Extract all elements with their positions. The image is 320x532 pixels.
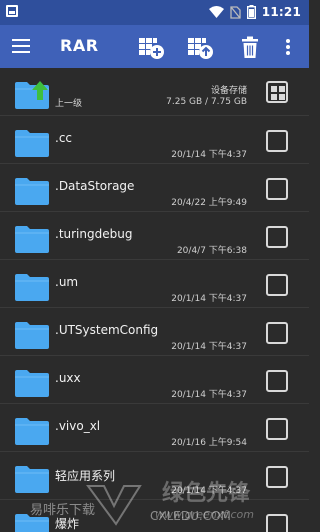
folder-icon <box>15 130 49 157</box>
folder-up-icon <box>15 81 49 109</box>
gallery-notification-icon <box>6 5 18 17</box>
parent-directory-row[interactable]: 设备存储 上一级 7.25 GB / 7.75 GB <box>0 68 309 116</box>
file-date: 20/4/22 上午9:49 <box>171 198 247 208</box>
select-checkbox[interactable] <box>266 466 288 488</box>
select-checkbox[interactable] <box>266 514 288 532</box>
extract-icon[interactable] <box>186 33 214 61</box>
file-row[interactable]: .vivo_xl 20/1/16 上午9:54 <box>0 404 309 452</box>
folder-icon <box>15 466 49 493</box>
file-name: .UTSystemConfig <box>55 323 159 337</box>
status-icons: 11:21 <box>208 3 301 21</box>
file-date: 20/4/7 下午6:38 <box>176 246 247 256</box>
clock: 11:21 <box>261 5 301 19</box>
menu-icon[interactable] <box>12 39 30 53</box>
file-row[interactable]: .DataStorage 20/4/22 上午9:49 <box>0 164 309 212</box>
folder-icon <box>15 226 49 253</box>
file-date: 20/1/14 下午4:37 <box>171 294 247 304</box>
file-date: 20/1/14 下午4:37 <box>171 342 247 352</box>
folder-icon <box>15 514 49 532</box>
grid-view-icon[interactable] <box>266 81 288 103</box>
folder-icon <box>15 418 49 445</box>
file-list: 设备存储 上一级 7.25 GB / 7.75 GB .cc 20/1/14 下午… <box>0 68 309 532</box>
add-archive-icon[interactable] <box>137 33 165 61</box>
file-name: .turingdebug <box>55 227 133 241</box>
status-bar: 11:21 <box>0 0 309 25</box>
folder-icon <box>15 322 49 349</box>
battery-icon <box>246 5 256 19</box>
select-checkbox[interactable] <box>266 130 288 152</box>
file-name: .uxx <box>55 371 81 385</box>
storage-label: 设备存储 <box>210 86 247 96</box>
folder-icon <box>15 274 49 301</box>
file-row[interactable]: 轻应用系列 20/1/14 下午4:37 <box>0 452 309 500</box>
file-name: .vivo_xl <box>55 419 101 433</box>
delete-icon[interactable] <box>236 33 264 61</box>
no-sim-icon <box>230 5 241 19</box>
file-row[interactable]: .uxx 20/1/14 下午4:37 <box>0 356 309 404</box>
select-checkbox[interactable] <box>266 418 288 440</box>
wifi-icon <box>208 6 224 18</box>
folder-icon <box>15 370 49 397</box>
file-name: .cc <box>55 131 73 145</box>
select-checkbox[interactable] <box>266 274 288 296</box>
select-checkbox[interactable] <box>266 322 288 344</box>
file-row[interactable]: .um 20/1/14 下午4:37 <box>0 260 309 308</box>
file-date: 20/1/14 下午4:37 <box>171 390 247 400</box>
app-title: RAR <box>60 36 99 55</box>
file-row[interactable]: .cc 20/1/14 下午4:37 <box>0 116 309 164</box>
storage-size: 7.25 GB / 7.75 GB <box>166 97 247 107</box>
folder-icon <box>15 178 49 205</box>
file-row[interactable]: .UTSystemConfig 20/1/14 下午4:37 <box>0 308 309 356</box>
parent-label: 上一级 <box>55 99 83 109</box>
file-name: 轻应用系列 <box>55 469 116 483</box>
file-name: .um <box>55 275 79 289</box>
file-row[interactable]: .turingdebug 20/4/7 下午6:38 <box>0 212 309 260</box>
more-vert-icon[interactable] <box>281 33 295 61</box>
select-checkbox[interactable] <box>266 226 288 248</box>
select-checkbox[interactable] <box>266 178 288 200</box>
file-date: 20/1/16 上午9:54 <box>171 438 247 448</box>
file-row[interactable]: 爆炸20/4/13 上午9:14 <box>0 500 309 532</box>
app-bar: RAR <box>0 25 309 68</box>
file-date: 20/1/14 下午4:37 <box>171 486 247 496</box>
file-name: 爆炸 <box>55 517 80 531</box>
select-checkbox[interactable] <box>266 370 288 392</box>
file-date: 20/1/14 下午4:37 <box>171 150 247 160</box>
file-name: .DataStorage <box>55 179 135 193</box>
